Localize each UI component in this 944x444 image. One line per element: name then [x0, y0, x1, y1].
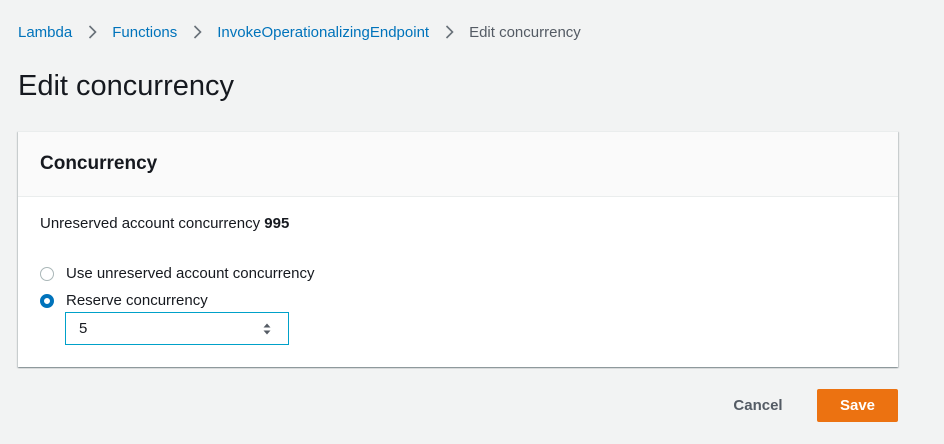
radio-reserve-concurrency[interactable]: Reserve concurrency [40, 292, 208, 309]
reserved-concurrency-value[interactable]: 5 [66, 320, 260, 337]
panel-title: Concurrency [40, 153, 158, 174]
unreserved-concurrency-label: Unreserved account concurrency [40, 215, 261, 232]
radio-use-unreserved[interactable]: Use unreserved account concurrency [40, 265, 314, 282]
panel-header: Concurrency [18, 132, 898, 197]
unreserved-concurrency-value: 995 [264, 215, 290, 232]
breadcrumb-lambda[interactable]: Lambda [18, 24, 72, 41]
chevron-right-icon [429, 25, 469, 39]
breadcrumb: Lambda Functions InvokeOperationalizingE… [18, 21, 581, 43]
breadcrumb-function-name[interactable]: InvokeOperationalizingEndpoint [217, 24, 429, 41]
chevron-right-icon [177, 25, 217, 39]
breadcrumb-functions[interactable]: Functions [112, 24, 177, 41]
page-title: Edit concurrency [18, 70, 234, 102]
radio-label-reserve: Reserve concurrency [66, 292, 208, 309]
chevron-right-icon [72, 25, 112, 39]
stepper-arrows-icon[interactable] [260, 320, 274, 338]
reserved-concurrency-input[interactable]: 5 [65, 312, 289, 345]
radio-label-use-unreserved: Use unreserved account concurrency [66, 265, 315, 282]
radio-button-unchecked[interactable] [40, 266, 54, 281]
radio-button-checked[interactable] [40, 293, 54, 308]
unreserved-concurrency-text: Unreserved account concurrency 995 [40, 215, 289, 232]
save-button[interactable]: Save [817, 389, 898, 422]
breadcrumb-current: Edit concurrency [469, 23, 581, 41]
cancel-button[interactable]: Cancel [717, 389, 799, 422]
